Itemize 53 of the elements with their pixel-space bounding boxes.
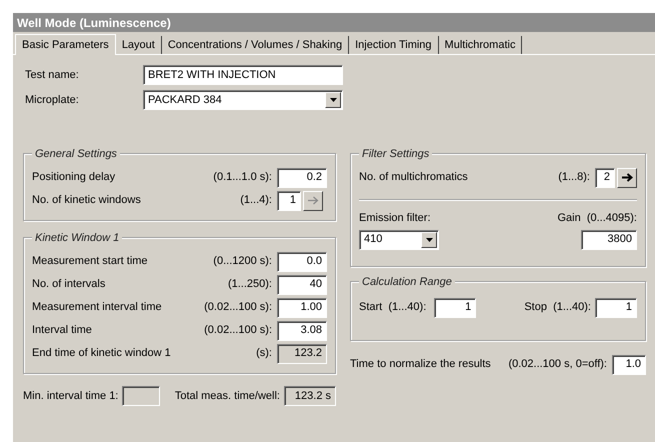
value-field [122,386,160,406]
tab[interactable]: Concentrations / Volumes / Shaking [162,36,350,54]
value-field[interactable]: 1 [595,298,637,318]
field-label: Gain (0...4095): [558,211,637,226]
field-label: Min. interval time 1: [23,388,118,404]
range-text: (0.1...1.0 s): [213,170,272,186]
tab[interactable]: Basic Parameters [15,34,116,55]
field-label: Emission filter: [359,211,432,226]
value-field[interactable]: 3.08 [277,320,327,340]
value-field[interactable]: 0.2 [277,168,327,188]
next-button[interactable] [617,168,637,188]
field-label: Measurement interval time [32,300,163,316]
field-label: No. of intervals [32,277,106,292]
field-label: Positioning delay [32,170,116,186]
range-text: (1...250): [228,277,272,292]
window-title: Well Mode (Luminescence) [13,13,655,32]
dropdown[interactable]: 410 [359,230,439,250]
range-text: (s): [256,346,272,362]
tab[interactable]: Multichromatic [438,36,522,54]
field-label: Start (1...40): [359,300,426,316]
value-field[interactable]: 2 [595,168,615,188]
range-text: (0.02...100 s): [204,300,272,316]
field-label: Microplate: [24,92,80,108]
dropdown[interactable]: PACKARD 384 [143,90,343,110]
text-field[interactable]: BRET2 WITH INJECTION [143,65,343,85]
range-text: (0.02...100 s, 0=off): [508,357,607,372]
field-label: Measurement start time [32,254,149,270]
field-label: Total meas. time/well: [174,388,280,404]
value-field: 123.2 [277,344,327,364]
value-field[interactable]: 40 [277,274,327,294]
range-text: (1...8): [558,170,590,186]
field-label: No. of multichromatics [359,170,469,186]
range-text: (1...4): [240,193,272,208]
field-label: End time of kinetic window 1 [32,346,172,362]
group-title: Filter Settings [359,146,432,162]
field-label: No. of kinetic windows [32,193,142,208]
range-text: (0.02...100 s): [204,323,272,338]
value-field[interactable]: 3800 [581,230,637,250]
value-field[interactable]: 0.0 [277,252,327,272]
arrow-right-icon [622,173,632,182]
group-title: General Settings [32,146,120,162]
arrow-right-icon [308,196,318,205]
value-field[interactable]: 1 [434,298,476,318]
range-text: (0...1200 s): [213,254,272,270]
field-label: Interval time [32,323,93,338]
tab[interactable]: Layout [116,36,162,54]
field-label: Time to normalize the results [350,357,492,372]
value-field[interactable]: 1.00 [277,298,327,318]
field-label: Test name: [24,68,80,83]
field-label: Stop (1...40): [524,300,591,316]
value-field[interactable]: 1.0 [612,354,646,374]
tab[interactable]: Injection Timing [349,36,439,54]
value-field: 123.2 s [284,386,336,406]
